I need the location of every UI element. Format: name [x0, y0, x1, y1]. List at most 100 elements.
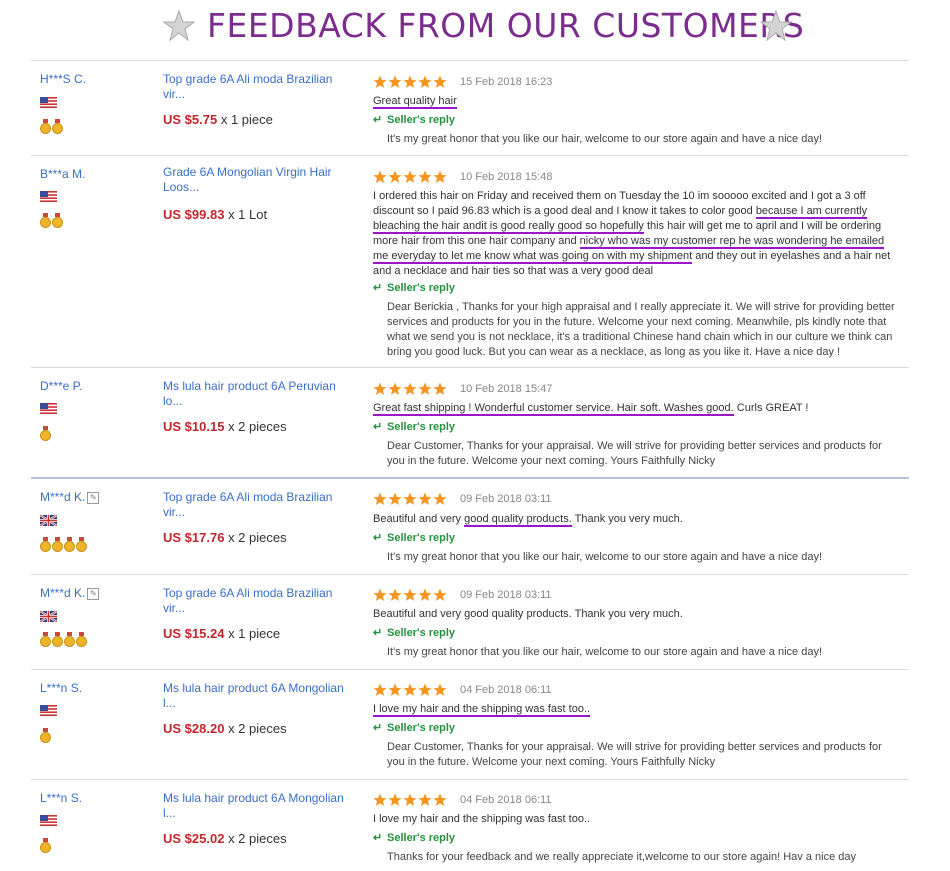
buyer-medals [40, 632, 87, 647]
star-icon [373, 793, 387, 806]
price-amount: US $25.02 [163, 831, 225, 846]
star-rating [373, 793, 447, 807]
star-rating [373, 588, 447, 602]
product-link[interactable]: Top grade 6A Ali moda Brazilian vir... [163, 72, 353, 102]
verified-buyer-icon: ✎ [87, 491, 100, 504]
review-comment: Great fast shipping ! Wonderful customer… [373, 402, 809, 416]
review-comment: I love my hair and the shipping was fast… [373, 813, 591, 825]
star-rating [373, 683, 447, 697]
page-title: FEEDBACK FROM OUR CUSTOMERS [207, 6, 805, 45]
seller-reply-text: It's my great honor that you like our ha… [387, 133, 823, 145]
product-link[interactable]: Top grade 6A Ali moda Brazilian vir... [163, 586, 353, 616]
seller-reply-text: Thanks for your feedback and we really a… [387, 851, 856, 863]
medal-icon [40, 838, 51, 853]
star-icon [403, 588, 417, 601]
seller-reply-text: Dear Customer, Thanks for your appraisal… [387, 741, 882, 768]
medal-icon [40, 213, 51, 228]
star-icon [373, 492, 387, 505]
star-icon [373, 382, 387, 395]
reply-arrow-icon: ↵ [373, 421, 383, 433]
seller-reply-label: ↵ Seller's reply [373, 722, 456, 734]
medal-icon [52, 537, 63, 552]
seller-reply-label: ↵ Seller's reply [373, 421, 456, 433]
star-icon [373, 683, 387, 696]
seller-reply-label: ↵ Seller's reply [373, 832, 456, 844]
star-icon [418, 75, 432, 88]
star-icon [433, 170, 447, 183]
star-icon [433, 793, 447, 806]
star-icon [433, 382, 447, 395]
review-item: L***n S. Ms lula hair product 6A Mongoli… [31, 670, 909, 780]
order-quantity: x 2 pieces [228, 419, 287, 434]
buyer-medals [40, 426, 51, 441]
order-price: US $15.24 x 1 piece [163, 626, 280, 641]
review-comment: I ordered this hair on Friday and receiv… [373, 190, 891, 277]
reply-arrow-icon: ↵ [373, 722, 383, 734]
medal-icon [52, 119, 63, 134]
reply-arrow-icon: ↵ [373, 627, 383, 639]
uk-flag-icon [40, 515, 57, 526]
reply-arrow-icon: ↵ [373, 832, 383, 844]
product-link[interactable]: Ms lula hair product 6A Mongolian l... [163, 681, 353, 711]
order-price: US $10.15 x 2 pieces [163, 419, 287, 434]
price-amount: US $17.76 [163, 530, 225, 545]
review-item: M***d K. ✎ Top grade 6A Ali moda Brazilia… [31, 575, 909, 670]
product-link[interactable]: Ms lula hair product 6A Mongolian l... [163, 791, 353, 821]
medal-icon [64, 537, 75, 552]
buyer-medals [40, 119, 63, 134]
medal-icon [52, 632, 63, 647]
medal-icon [64, 632, 75, 647]
product-link[interactable]: Grade 6A Mongolian Virgin Hair Loos... [163, 165, 338, 195]
seller-reply-label: ↵ Seller's reply [373, 627, 456, 639]
star-icon [418, 382, 432, 395]
buyer-name[interactable]: L***n S. [40, 681, 82, 695]
star-icon [373, 75, 387, 88]
order-quantity: x 1 Lot [228, 207, 268, 222]
star-icon [388, 683, 402, 696]
seller-reply-label: ↵ Seller's reply [373, 114, 456, 126]
seller-reply-text: Dear Customer, Thanks for your appraisal… [387, 440, 882, 467]
seller-reply-text: Dear Berickia , Thanks for your high app… [387, 301, 895, 358]
seller-reply-text: It's my great honor that you like our ha… [387, 551, 823, 563]
star-icon [433, 683, 447, 696]
medal-icon [40, 537, 51, 552]
star-icon [403, 492, 417, 505]
star-icon [403, 683, 417, 696]
silver-star-icon [759, 9, 793, 42]
buyer-name[interactable]: M***d K. ✎ [40, 586, 100, 600]
page-header: FEEDBACK FROM OUR CUSTOMERS [0, 0, 950, 58]
star-rating [373, 382, 447, 396]
buyer-name[interactable]: L***n S. [40, 791, 82, 805]
product-link[interactable]: Top grade 6A Ali moda Brazilian vir... [163, 490, 353, 520]
product-link[interactable]: Ms lula hair product 6A Peruvian lo... [163, 379, 353, 409]
star-icon [418, 793, 432, 806]
buyer-name[interactable]: M***d K. ✎ [40, 490, 100, 504]
order-price: US $28.20 x 2 pieces [163, 721, 287, 736]
star-icon [388, 492, 402, 505]
buyer-name[interactable]: D***e P. [40, 379, 82, 393]
reply-arrow-icon: ↵ [373, 282, 383, 294]
star-icon [388, 170, 402, 183]
price-amount: US $28.20 [163, 721, 225, 736]
review-item: D***e P. Ms lula hair product 6A Peruvia… [31, 368, 909, 479]
order-price: US $99.83 x 1 Lot [163, 207, 267, 222]
review-item: H***S C. Top grade 6A Ali moda Brazilian… [31, 61, 909, 156]
buyer-name[interactable]: H***S C. [40, 72, 86, 86]
medal-icon [40, 728, 51, 743]
review-date: 15 Feb 2018 16:23 [460, 76, 553, 88]
reply-arrow-icon: ↵ [373, 532, 383, 544]
order-quantity: x 2 pieces [228, 721, 287, 736]
star-icon [433, 75, 447, 88]
review-comment: I love my hair and the shipping was fast… [373, 703, 591, 717]
star-icon [433, 492, 447, 505]
price-amount: US $10.15 [163, 419, 225, 434]
buyer-medals [40, 728, 51, 743]
star-icon [373, 588, 387, 601]
star-icon [418, 588, 432, 601]
uk-flag-icon [40, 611, 57, 622]
order-quantity: x 2 pieces [228, 530, 287, 545]
review-comment: Beautiful and very good quality products… [373, 513, 683, 527]
buyer-name[interactable]: B***a M. [40, 167, 85, 181]
us-flag-icon [40, 97, 57, 108]
star-icon [388, 382, 402, 395]
